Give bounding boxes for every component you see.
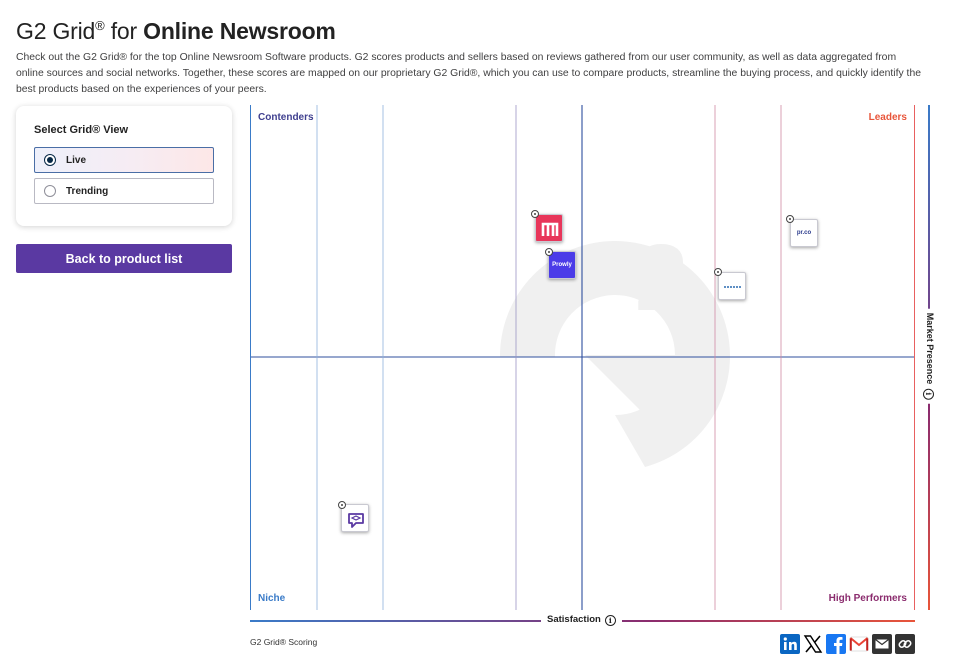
product-prco[interactable]: pr.co (790, 219, 818, 247)
quadrant-contenders: Contenders (258, 112, 314, 123)
product-speech-bubble[interactable] (341, 504, 369, 532)
market-presence-text: Market Presence (925, 312, 935, 385)
quadrant-leaders: Leaders (868, 112, 907, 123)
title-for: for (104, 18, 144, 44)
info-icon[interactable]: i (923, 388, 934, 400)
product-pin-3 (786, 215, 794, 223)
product-prowly[interactable]: Prowly (548, 251, 576, 279)
market-presence-label[interactable]: Market Presence i (923, 308, 935, 404)
g2-grid-scoring-link[interactable]: G2 Grid® Scoring (250, 637, 317, 647)
speech-bubble-logo-icon (348, 513, 364, 528)
gmail-icon[interactable] (849, 634, 869, 654)
view-option-trending-label: Trending (66, 186, 109, 197)
product-pin-1 (531, 210, 539, 218)
product-pin-4 (714, 268, 722, 276)
registered-mark: ® (95, 18, 105, 33)
product-pin-5 (338, 501, 346, 509)
info-icon[interactable]: i (604, 615, 616, 626)
radio-trending[interactable] (44, 185, 56, 197)
satisfaction-text: Satisfaction (547, 614, 601, 625)
wordmark-logo-icon (724, 286, 742, 288)
view-option-trending[interactable]: Trending (34, 178, 214, 204)
view-option-live[interactable]: Live (34, 147, 214, 173)
page-title: G2 Grid® for Online Newsroom (16, 18, 336, 45)
copy-link-icon[interactable] (895, 634, 915, 654)
product-m-logo[interactable] (535, 214, 563, 242)
prowly-logo-icon: Prowly (552, 262, 572, 268)
quadrant-niche: Niche (258, 593, 286, 604)
email-icon[interactable] (872, 634, 892, 654)
grid-view-selector: Select Grid® View Live Trending (16, 106, 232, 226)
prco-logo-icon: pr.co (796, 230, 812, 236)
satisfaction-label[interactable]: Satisfaction i (541, 614, 622, 626)
grid-view-title: Select Grid® View (34, 124, 129, 136)
title-prefix: G2 Grid (16, 18, 96, 44)
product-wordmark[interactable] (718, 272, 746, 300)
facebook-icon[interactable] (826, 634, 846, 654)
m-logo-icon (541, 222, 559, 236)
page-description: Check out the G2 Grid® for the top Onlin… (16, 52, 922, 95)
product-pin-2 (545, 248, 553, 256)
grid-lines: 2 (250, 105, 915, 610)
title-category: Online Newsroom (143, 18, 336, 44)
view-option-live-label: Live (66, 155, 87, 166)
quadrant-high-performers: High Performers (828, 593, 907, 604)
back-to-product-list-button[interactable]: Back to product list (16, 244, 232, 273)
g2-watermark: 2 (499, 225, 730, 467)
linkedin-icon[interactable] (780, 634, 800, 654)
radio-live[interactable] (44, 154, 56, 166)
svg-text:2: 2 (635, 225, 688, 331)
x-twitter-icon[interactable] (803, 634, 823, 654)
g2-grid: 2 Contenders Leaders Niche High Performe… (250, 105, 915, 610)
